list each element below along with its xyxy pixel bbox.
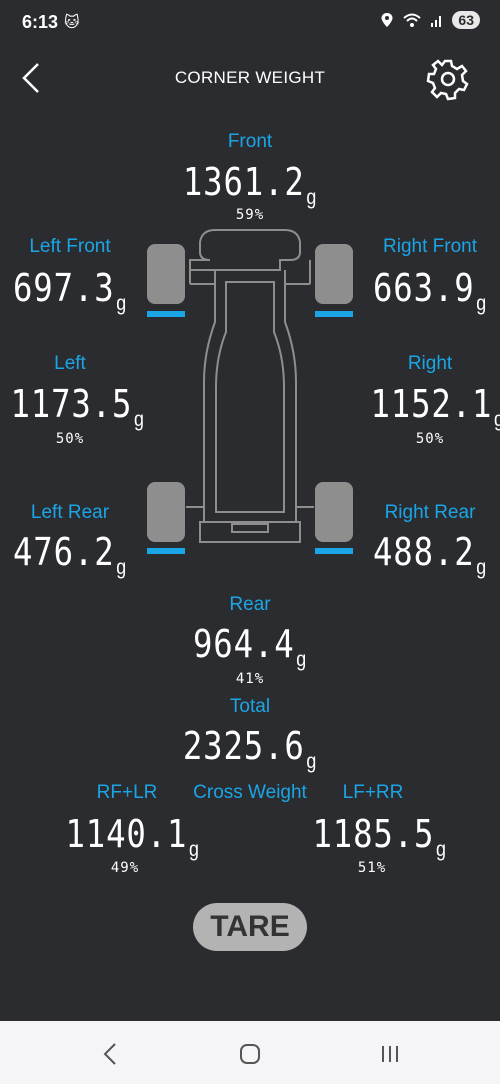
nav-back-icon[interactable]: [90, 1039, 130, 1069]
left-rear-value: 476.2g: [11, 530, 130, 580]
right-rear-label: Right Rear: [384, 502, 476, 523]
right-front-value-number: 663.9: [373, 266, 475, 310]
front-unit: g: [306, 186, 318, 209]
rear-label: Rear: [229, 594, 271, 615]
rf-lr-value-number: 1140.1: [65, 812, 188, 856]
left-label: Left: [54, 353, 86, 374]
total-value-number: 2325.6: [182, 724, 305, 768]
wheel-left-front: [147, 244, 185, 304]
nav-recents-icon[interactable]: [370, 1039, 410, 1069]
rf-lr-percent: 49%: [110, 860, 140, 876]
app-bar: CORNER WEIGHT: [0, 48, 500, 108]
lf-rr-unit: g: [435, 838, 447, 861]
status-icons: 63: [380, 11, 480, 29]
tare-button[interactable]: TARE: [193, 903, 307, 951]
front-percent: 59%: [235, 207, 265, 223]
signal-icon: [431, 16, 442, 27]
wheel-right-front: [315, 244, 353, 304]
wheel-right-rear: [315, 482, 353, 542]
gear-icon[interactable]: [425, 56, 471, 102]
front-value: 1361.2g: [165, 160, 335, 210]
right-front-value: 663.9g: [371, 266, 490, 316]
right-percent: 50%: [415, 431, 445, 447]
right-value-number: 1152.1: [370, 382, 493, 426]
right-rear-unit: g: [476, 556, 487, 579]
rear-percent: 41%: [235, 671, 265, 687]
lf-rr-value: 1185.5g: [312, 812, 446, 862]
rf-lr-value: 1140.1g: [65, 812, 199, 862]
left-rear-value-number: 476.2: [13, 530, 115, 574]
right-rear-value: 488.2g: [371, 530, 490, 580]
status-bar: 6:13 🐱 63: [0, 0, 500, 48]
front-value-number: 1361.2: [182, 160, 305, 204]
left-rear-label: Left Rear: [30, 502, 110, 523]
location-icon: [381, 13, 393, 27]
rf-lr-label: RF+LR: [96, 782, 158, 803]
lf-rr-value-number: 1185.5: [312, 812, 435, 856]
notification-icon: 🐱: [64, 14, 80, 31]
right-front-label: Right Front: [383, 236, 477, 257]
total-value: 2325.6g: [157, 724, 344, 774]
lf-rr-label: LF+RR: [342, 782, 404, 803]
lf-rr-percent: 51%: [357, 860, 387, 876]
right-front-unit: g: [476, 292, 487, 315]
system-nav-bar: [0, 1021, 500, 1084]
left-percent: 50%: [55, 431, 85, 447]
battery-indicator: 63: [452, 11, 480, 29]
right-unit: g: [494, 408, 500, 431]
wheel-left-rear: [147, 482, 185, 542]
indicator-right-rear: [315, 548, 353, 554]
indicator-left-rear: [147, 548, 185, 554]
status-time: 6:13: [22, 12, 59, 32]
left-value-number: 1173.5: [10, 382, 133, 426]
total-unit: g: [306, 750, 318, 773]
cross-weight-title: Cross Weight: [193, 782, 307, 803]
left-front-value: 697.3g: [11, 266, 130, 316]
front-label: Front: [227, 131, 273, 152]
indicator-left-front: [147, 311, 185, 317]
rear-value-number: 964.4: [193, 622, 295, 666]
left-front-unit: g: [116, 292, 127, 315]
wifi-icon: [403, 13, 422, 27]
left-value: 1173.5g: [10, 382, 144, 432]
indicator-right-front: [315, 311, 353, 317]
right-rear-value-number: 488.2: [373, 530, 475, 574]
rear-unit: g: [296, 648, 307, 671]
left-front-label: Left Front: [29, 236, 111, 257]
total-label: Total: [229, 696, 271, 717]
right-value: 1152.1g: [370, 382, 500, 432]
right-label: Right: [407, 353, 453, 374]
nav-home-icon[interactable]: [230, 1039, 270, 1069]
left-rear-unit: g: [116, 556, 127, 579]
left-front-value-number: 697.3: [13, 266, 115, 310]
rear-value: 964.4g: [165, 622, 335, 672]
rf-lr-unit: g: [188, 838, 200, 861]
